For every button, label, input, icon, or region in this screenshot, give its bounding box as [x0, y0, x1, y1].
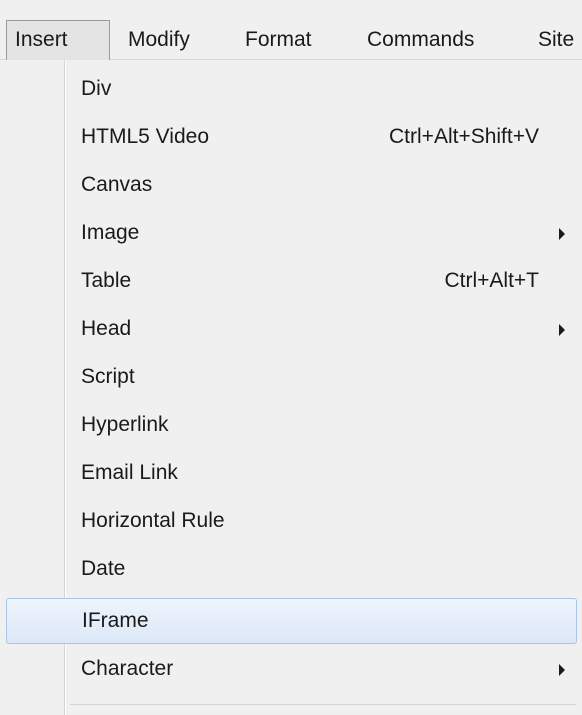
menubar-item-insert[interactable]: Insert	[6, 20, 110, 60]
menu-item-label: Hyperlink	[81, 413, 169, 436]
menu-item-email-link[interactable]: Email Link	[6, 450, 577, 496]
menubar-item-label: Modify	[128, 28, 190, 51]
menu-item-label: Image	[81, 221, 140, 244]
menu-item-label: HTML5 Video	[81, 125, 210, 148]
menu-item-head[interactable]: Head	[6, 306, 577, 352]
menubar-item-format[interactable]: Format	[245, 20, 312, 60]
menu-item-label: Character	[81, 657, 174, 680]
insert-menu-dropdown: Div HTML5 Video Ctrl+Alt+Shift+V Canvas …	[0, 60, 582, 715]
menu-item-label: Table	[81, 269, 132, 292]
menu-item-hyperlink[interactable]: Hyperlink	[6, 402, 577, 448]
menu-item-label: Email Link	[81, 461, 178, 484]
menu-item-script[interactable]: Script	[6, 354, 577, 400]
menubar: Insert Modify Format Commands Site	[0, 0, 582, 60]
menu-item-label: Date	[81, 557, 126, 580]
menu-item-label: Script	[81, 365, 135, 388]
menu-item-label: Horizontal Rule	[81, 509, 225, 532]
menubar-item-label: Site	[538, 28, 575, 51]
menu-separator	[70, 704, 576, 705]
menu-item-character[interactable]: Character	[6, 646, 577, 692]
menubar-item-label: Format	[245, 28, 312, 51]
menu-item-div[interactable]: Div	[6, 66, 577, 112]
menu-item-date[interactable]: Date	[6, 546, 577, 592]
menu-item-image[interactable]: Image	[6, 210, 577, 256]
menu-item-shortcut: Ctrl+Alt+T	[444, 269, 539, 292]
menu-item-table[interactable]: Table Ctrl+Alt+T	[6, 258, 577, 304]
menubar-item-label: Insert	[15, 28, 68, 51]
menu-item-canvas[interactable]: Canvas	[6, 162, 577, 208]
menu-item-shortcut: Ctrl+Alt+Shift+V	[389, 125, 539, 148]
menubar-item-commands[interactable]: Commands	[367, 20, 474, 60]
menu-item-label: Canvas	[81, 173, 153, 196]
submenu-arrow-icon	[559, 228, 565, 240]
menu-item-html5-video[interactable]: HTML5 Video Ctrl+Alt+Shift+V	[6, 114, 577, 160]
menubar-item-label: Commands	[367, 28, 475, 51]
menu-item-label: IFrame	[82, 609, 149, 632]
menubar-item-modify[interactable]: Modify	[128, 20, 190, 60]
menu-item-iframe[interactable]: IFrame	[6, 598, 577, 644]
menu-item-label: Div	[81, 77, 112, 100]
submenu-arrow-icon	[559, 664, 565, 676]
submenu-arrow-icon	[559, 324, 565, 336]
menu-item-horizontal-rule[interactable]: Horizontal Rule	[6, 498, 577, 544]
menubar-item-site[interactable]: Site	[538, 20, 574, 60]
menu-item-label: Head	[81, 317, 132, 340]
